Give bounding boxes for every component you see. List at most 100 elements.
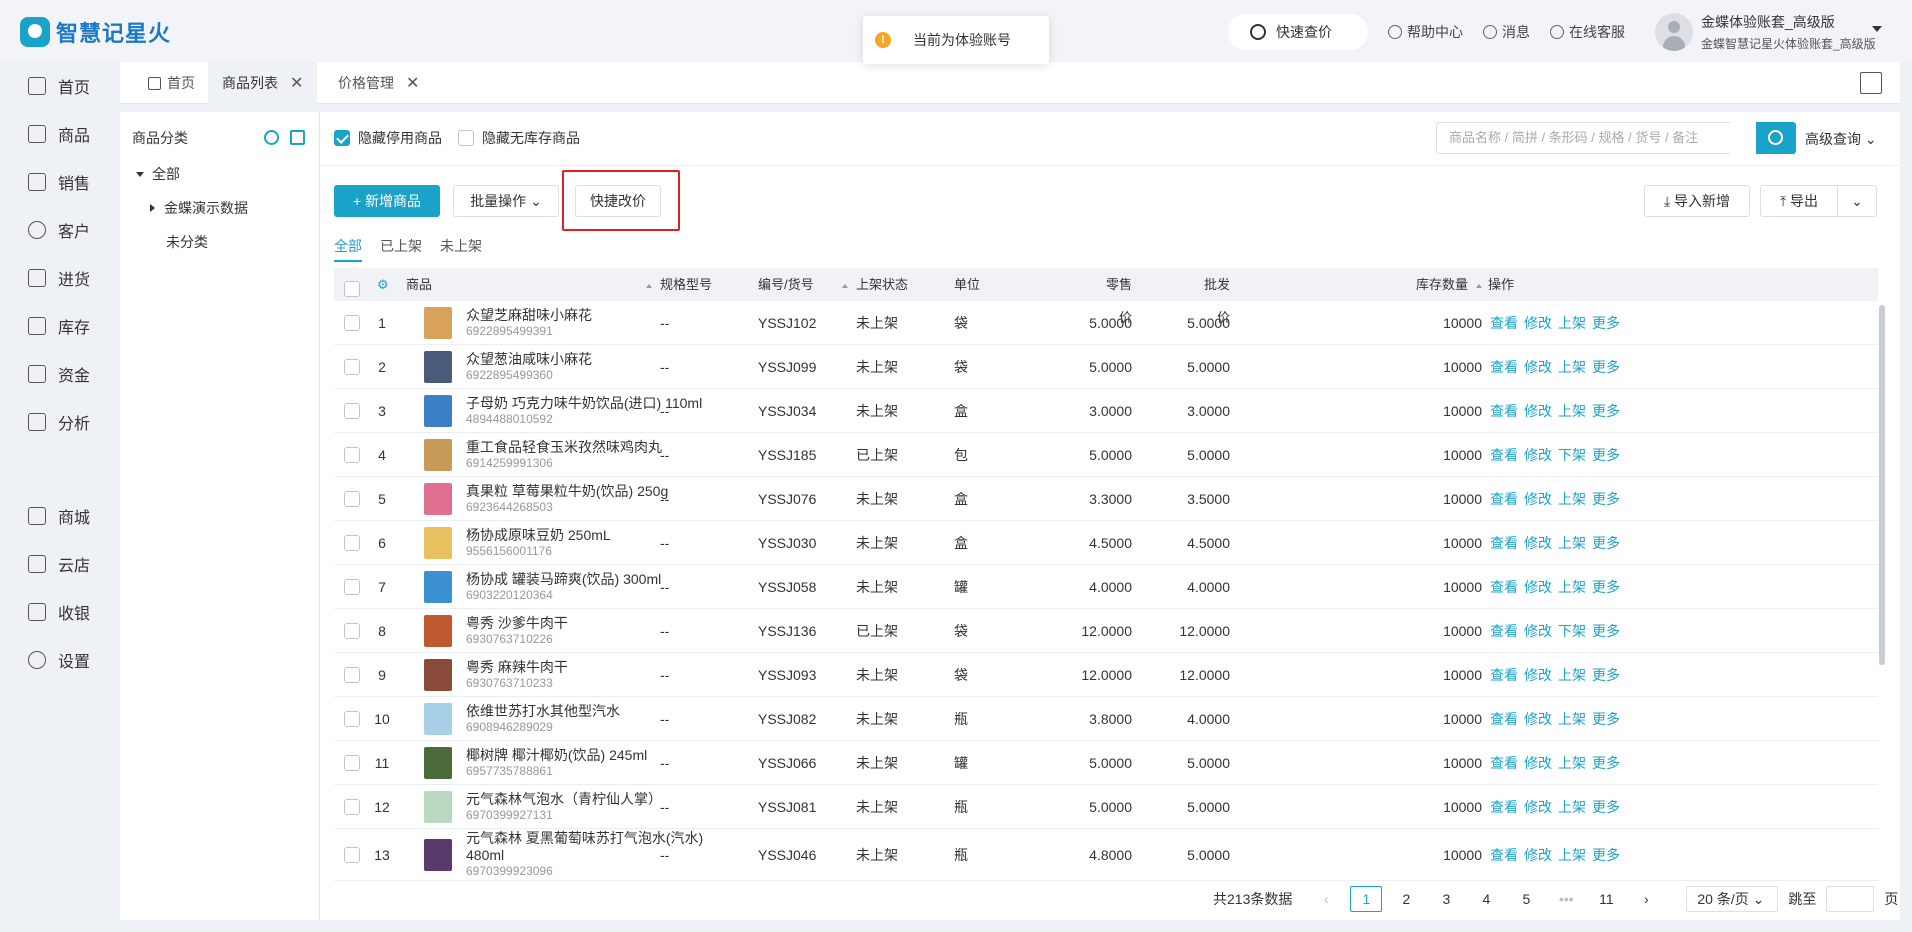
product-thumbnail[interactable] [424, 829, 452, 880]
caret-down-icon[interactable] [1872, 26, 1882, 32]
edit-link[interactable]: 修改 [1524, 489, 1552, 509]
table-row[interactable]: 4 重工食品轻食玉米孜然味鸡肉丸 6914259991306 -- YSSJ185 已上架… [334, 433, 1878, 477]
more-link[interactable]: 更多 [1592, 845, 1620, 865]
table-row[interactable]: 3 子母奶 巧克力味牛奶饮品(进口) 110ml 4894488010592 -- YS… [334, 389, 1878, 433]
edit-link[interactable]: 修改 [1524, 621, 1552, 641]
subtab-listed[interactable]: 已上架 [380, 236, 422, 262]
more-link[interactable]: 更多 [1592, 401, 1620, 421]
export-dropdown-button[interactable]: ⌄ [1837, 185, 1877, 217]
row-checkbox[interactable] [344, 521, 360, 564]
select-all-checkbox[interactable] [344, 276, 360, 297]
search-button[interactable] [1756, 122, 1796, 154]
row-checkbox[interactable] [344, 653, 360, 696]
edit-link[interactable]: 修改 [1524, 357, 1552, 377]
page-2[interactable]: 2 [1390, 886, 1422, 912]
edit-link[interactable]: 修改 [1524, 845, 1552, 865]
nav-item-purchase[interactable]: 进货 [28, 266, 90, 290]
edit-icon[interactable] [290, 130, 305, 145]
view-link[interactable]: 查看 [1490, 753, 1518, 773]
table-row[interactable]: 11 椰树牌 椰汁椰奶(饮品) 245ml 6957735788861 -- YSSJ0… [334, 741, 1878, 785]
product-thumbnail[interactable] [424, 433, 452, 476]
shelf-toggle-link[interactable]: 上架 [1558, 709, 1586, 729]
more-link[interactable]: 更多 [1592, 621, 1620, 641]
product-thumbnail[interactable] [424, 741, 452, 784]
category-node-demo[interactable]: 金蝶演示数据 [150, 198, 248, 218]
shelf-toggle-link[interactable]: 下架 [1558, 621, 1586, 641]
table-row[interactable]: 1 众望芝麻甜味小麻花 6922895499391 -- YSSJ102 未上架袋 5.00… [334, 301, 1878, 345]
prev-page-icon[interactable]: ‹ [1310, 886, 1342, 912]
product-thumbnail[interactable] [424, 301, 452, 344]
more-link[interactable]: 更多 [1592, 577, 1620, 597]
page-last[interactable]: 11 [1590, 886, 1622, 912]
more-link[interactable]: 更多 [1592, 313, 1620, 333]
nav-item-cashier[interactable]: 收银 [28, 600, 90, 624]
nav-item-settings[interactable]: 设置 [28, 648, 90, 672]
nav-item-inventory[interactable]: 库存 [28, 314, 90, 338]
stock-sort-icon[interactable] [1472, 268, 1482, 301]
edit-link[interactable]: 修改 [1524, 709, 1552, 729]
category-node-uncategorized[interactable]: 未分类 [166, 232, 208, 252]
table-row[interactable]: 9 粤秀 麻辣牛肉干 6930763710233 -- YSSJ093 未上架袋 12.00… [334, 653, 1878, 697]
product-thumbnail[interactable] [424, 609, 452, 652]
nav-item-customer[interactable]: 客户 [28, 218, 90, 242]
more-link[interactable]: 更多 [1592, 533, 1620, 553]
more-link[interactable]: 更多 [1592, 665, 1620, 685]
shelf-toggle-link[interactable]: 上架 [1558, 797, 1586, 817]
view-link[interactable]: 查看 [1490, 577, 1518, 597]
row-checkbox[interactable] [344, 785, 360, 828]
page-3[interactable]: 3 [1430, 886, 1462, 912]
column-settings-icon[interactable]: ⚙ [377, 268, 389, 301]
view-link[interactable]: 查看 [1490, 489, 1518, 509]
row-checkbox[interactable] [344, 345, 360, 388]
more-link[interactable]: 更多 [1592, 445, 1620, 465]
row-checkbox[interactable] [344, 301, 360, 344]
edit-link[interactable]: 修改 [1524, 445, 1552, 465]
product-thumbnail[interactable] [424, 389, 452, 432]
row-checkbox[interactable] [344, 433, 360, 476]
table-row[interactable]: 8 粤秀 沙爹牛肉干 6930763710226 -- YSSJ136 已上架袋 12.00… [334, 609, 1878, 653]
table-row[interactable]: 7 杨协成 罐装马蹄爽(饮品) 300ml 6903220120364 -- YSSJ0… [334, 565, 1878, 609]
shelf-toggle-link[interactable]: 下架 [1558, 445, 1586, 465]
table-row[interactable]: 6 杨协成原味豆奶 250mL 9556156001176 -- YSSJ030 未上架盒… [334, 521, 1878, 565]
help-center-link[interactable]: 帮助中心 [1388, 22, 1463, 42]
nav-item-mall[interactable]: 商城 [28, 504, 90, 528]
product-thumbnail[interactable] [424, 697, 452, 740]
edit-link[interactable]: 修改 [1524, 753, 1552, 773]
table-row[interactable]: 13 元气森林 夏黑葡萄味苏打气泡水(汽水) 480ml 6970399923096… [334, 829, 1878, 881]
search-input[interactable]: 商品名称 / 简拼 / 条形码 / 规格 / 货号 / 备注 [1436, 122, 1730, 154]
edit-link[interactable]: 修改 [1524, 577, 1552, 597]
nav-item-home[interactable]: 首页 [28, 74, 90, 98]
row-checkbox[interactable] [344, 389, 360, 432]
tab-price-management[interactable]: 价格管理 ✕ [324, 62, 433, 104]
search-icon[interactable] [264, 130, 279, 145]
view-link[interactable]: 查看 [1490, 797, 1518, 817]
shelf-toggle-link[interactable]: 上架 [1558, 577, 1586, 597]
more-link[interactable]: 更多 [1592, 797, 1620, 817]
next-page-icon[interactable]: › [1630, 886, 1662, 912]
edit-link[interactable]: 修改 [1524, 665, 1552, 685]
table-scrollbar[interactable] [1879, 305, 1885, 665]
row-checkbox[interactable] [344, 741, 360, 784]
view-link[interactable]: 查看 [1490, 313, 1518, 333]
shelf-toggle-link[interactable]: 上架 [1558, 665, 1586, 685]
tab-home[interactable]: 首页 [134, 62, 209, 104]
product-thumbnail[interactable] [424, 345, 452, 388]
shelf-toggle-link[interactable]: 上架 [1558, 313, 1586, 333]
nav-item-analysis[interactable]: 分析 [28, 410, 90, 434]
jump-page-input[interactable] [1826, 886, 1875, 912]
code-sort-icon[interactable] [838, 268, 848, 301]
messages-link[interactable]: 消息 [1483, 22, 1530, 42]
hide-disabled-checkbox[interactable] [334, 130, 350, 146]
row-checkbox[interactable] [344, 477, 360, 520]
view-link[interactable]: 查看 [1490, 845, 1518, 865]
online-service-link[interactable]: 在线客服 [1550, 22, 1625, 42]
shelf-toggle-link[interactable]: 上架 [1558, 357, 1586, 377]
subtab-unlisted[interactable]: 未上架 [440, 236, 482, 262]
batch-operation-button[interactable]: 批量操作 ⌄ [453, 185, 559, 217]
user-menu[interactable]: 金蝶体验账套_高级版 金蝶智慧记星火体验账套_高级版 [1655, 12, 1876, 52]
edit-link[interactable]: 修改 [1524, 313, 1552, 333]
row-checkbox[interactable] [344, 697, 360, 740]
close-icon[interactable]: ✕ [290, 73, 303, 93]
view-link[interactable]: 查看 [1490, 665, 1518, 685]
page-5[interactable]: 5 [1510, 886, 1542, 912]
